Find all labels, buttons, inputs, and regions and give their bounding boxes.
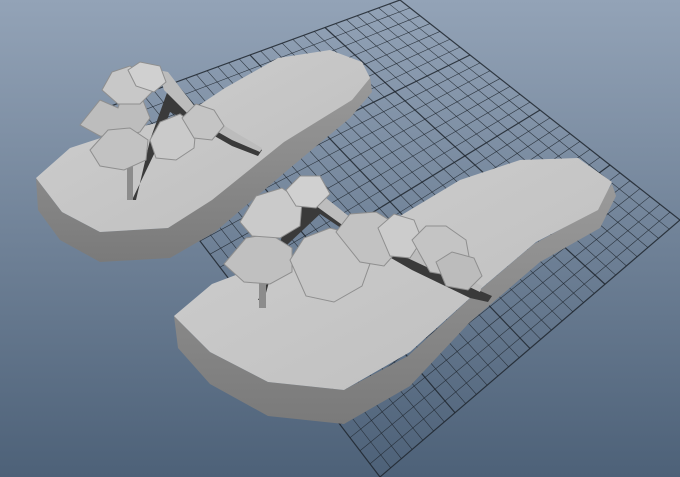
- viewport-canvas[interactable]: [0, 0, 680, 477]
- 3d-viewport[interactable]: [0, 0, 680, 477]
